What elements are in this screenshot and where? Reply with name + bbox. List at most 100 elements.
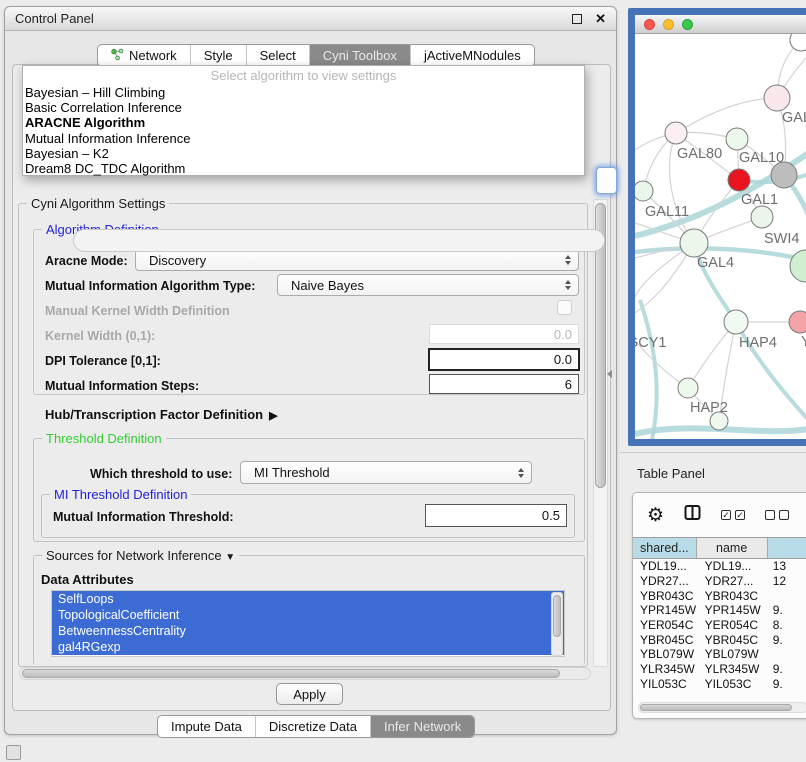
apply-button[interactable]: Apply — [276, 683, 343, 705]
settings-vertical-scrollbar[interactable] — [593, 199, 608, 667]
algorithm-option[interactable]: Bayesian – Hill Climbing — [23, 85, 584, 100]
tab-label: jActiveMNodules — [424, 48, 521, 63]
settings-horizontal-scrollbar[interactable] — [19, 667, 591, 680]
float-window-icon[interactable] — [572, 14, 582, 24]
table-row[interactable]: YLR345WYLR345W9. — [633, 662, 806, 677]
attribute-item[interactable]: TopologicalCoefficient — [52, 607, 564, 623]
network-node-gal[interactable] — [764, 85, 790, 111]
network-node-label: SWI4 — [764, 231, 799, 247]
table-row[interactable]: YPR145WYPR145W9. — [633, 603, 806, 618]
table-cell: YLR345W — [697, 662, 768, 676]
kernel-width-field[interactable]: 0.0 — [429, 324, 579, 344]
table-cell: YIL053C — [633, 677, 697, 690]
dpi-tolerance-value: 0.0 — [554, 352, 572, 367]
algorithm-option[interactable]: Mutual Information Inference — [23, 131, 584, 146]
attribute-item[interactable]: BetweennessCentrality — [52, 623, 564, 639]
table-row[interactable]: YIL053CYIL053C9. — [633, 677, 806, 691]
network-canvas[interactable]: GALGAL80GAL10GAL1GAL11SWI4GAL4HAP4YGCY1H… — [635, 34, 806, 439]
tab-impute-data[interactable]: Impute Data — [158, 716, 255, 737]
attribute-list-scrollbar[interactable] — [551, 592, 563, 656]
tab-infer-network[interactable]: Infer Network — [370, 716, 474, 737]
dpi-tolerance-field[interactable]: 0.0 — [428, 348, 580, 371]
data-attributes-label: Data Attributes — [41, 572, 134, 587]
zoom-traffic-light-icon[interactable] — [682, 19, 693, 30]
background-network-combo[interactable] — [73, 229, 605, 252]
table-cell: YPR145W — [697, 603, 768, 617]
column-layout-icon[interactable] — [684, 504, 701, 526]
table-row[interactable]: YER054CYER054C8. — [633, 618, 806, 633]
network-node-swi4[interactable] — [751, 206, 773, 228]
hub-transcription-section-toggle[interactable]: Hub/Transcription Factor Definition▶ — [45, 407, 278, 422]
tab-network[interactable]: Network — [98, 45, 190, 66]
tab-discretize-data[interactable]: Discretize Data — [255, 716, 370, 737]
deselect-all-checkboxes-icon[interactable] — [765, 510, 789, 520]
tab-style[interactable]: Style — [190, 45, 246, 66]
tab-cyni-toolbox[interactable]: Cyni Toolbox — [309, 45, 410, 66]
gear-icon[interactable]: ⚙ — [647, 506, 664, 525]
table-row[interactable]: YDL19...YDL19...13 — [633, 559, 806, 574]
sources-group: Sources for Network Inference ▼ Data Att… — [33, 555, 585, 665]
minimized-panel-icon[interactable] — [6, 745, 21, 760]
data-attributes-list[interactable]: SelfLoopsTopologicalCoefficientBetweenne… — [51, 590, 565, 657]
column-header[interactable]: name — [697, 538, 768, 558]
network-node-gal80[interactable] — [665, 122, 687, 144]
table-horizontal-scrollbar[interactable] — [638, 702, 806, 713]
table-row[interactable]: YBR045CYBR045C9. — [633, 632, 806, 647]
algorithm-option[interactable]: ARACNE Algorithm — [23, 115, 584, 130]
select-all-checkboxes-icon[interactable]: ✓ ✓ — [721, 510, 745, 520]
table-cell: YER054C — [633, 618, 697, 632]
network-node-label: GAL1 — [741, 192, 778, 208]
column-header[interactable]: shared... — [633, 538, 697, 558]
tab-jactivemnodules[interactable]: jActiveMNodules — [410, 45, 534, 66]
algorithm-option[interactable]: Dream8 DC_TDC Algorithm — [23, 161, 584, 176]
close-icon[interactable]: ✕ — [595, 14, 606, 24]
aracne-mode-combo[interactable]: Discovery — [135, 249, 579, 271]
network-node-hap4[interactable] — [724, 310, 748, 334]
tab-label: Network — [129, 48, 177, 63]
algorithm-option[interactable]: Bayesian – K2 — [23, 146, 584, 161]
table-row[interactable]: YBR043CYBR043C — [633, 588, 806, 603]
scrollbar-thumb[interactable] — [22, 669, 560, 678]
algorithm-option[interactable]: Basic Correlation Inference — [23, 100, 584, 115]
network-node-y[interactable] — [789, 311, 806, 333]
network-node-gal4[interactable] — [680, 229, 708, 257]
table-cell: YBL079W — [697, 647, 768, 661]
network-node-gal1[interactable] — [728, 169, 750, 191]
network-node-label: HAP4 — [739, 335, 777, 351]
mi-threshold-field[interactable]: 0.5 — [425, 504, 567, 527]
scrollbar-thumb[interactable] — [553, 595, 561, 637]
network-node[interactable] — [790, 34, 806, 51]
table-row[interactable]: YBL079WYBL079W — [633, 647, 806, 662]
panel-split-handle-icon[interactable] — [607, 370, 612, 378]
kernel-width-label: Kernel Width (0,1): — [45, 329, 155, 343]
mi-steps-field[interactable]: 6 — [429, 374, 579, 394]
mi-threshold-label: Mutual Information Threshold: — [53, 510, 234, 524]
network-node-hap2[interactable] — [678, 378, 698, 398]
collapsed-arrow-icon: ▶ — [269, 410, 277, 422]
network-node[interactable] — [771, 162, 797, 188]
minimize-traffic-light-icon[interactable] — [663, 19, 674, 30]
network-node-label: Y — [801, 334, 806, 350]
network-node[interactable] — [710, 412, 728, 430]
attribute-item[interactable]: SelfLoops — [52, 591, 564, 607]
tab-label: Infer Network — [384, 719, 461, 734]
table-cell: YLR345W — [633, 662, 697, 676]
focused-combo-fragment[interactable] — [596, 167, 617, 194]
network-node-gal10[interactable] — [726, 128, 748, 150]
table-row[interactable]: YDR27...YDR27...12 — [633, 574, 806, 589]
network-node-gal11[interactable] — [635, 181, 653, 201]
tab-select[interactable]: Select — [246, 45, 309, 66]
attribute-item[interactable]: gal4RGexp — [52, 639, 564, 655]
manual-kernel-label: Manual Kernel Width Definition — [45, 304, 230, 318]
which-threshold-combo[interactable]: MI Threshold — [240, 461, 532, 484]
table-cell: YER054C — [697, 618, 768, 632]
close-traffic-light-icon[interactable] — [644, 19, 655, 30]
sources-section-toggle[interactable]: Sources for Network Inference ▼ — [42, 548, 239, 563]
manual-kernel-checkbox[interactable] — [557, 300, 572, 315]
table-cell: 9. — [768, 662, 806, 676]
network-icon — [111, 48, 124, 64]
scrollbar-thumb[interactable] — [640, 704, 792, 711]
mi-type-combo[interactable]: Naive Bayes — [277, 274, 579, 296]
control-panel-titlebar: Control Panel ✕ — [5, 7, 616, 31]
column-header[interactable] — [768, 538, 806, 558]
